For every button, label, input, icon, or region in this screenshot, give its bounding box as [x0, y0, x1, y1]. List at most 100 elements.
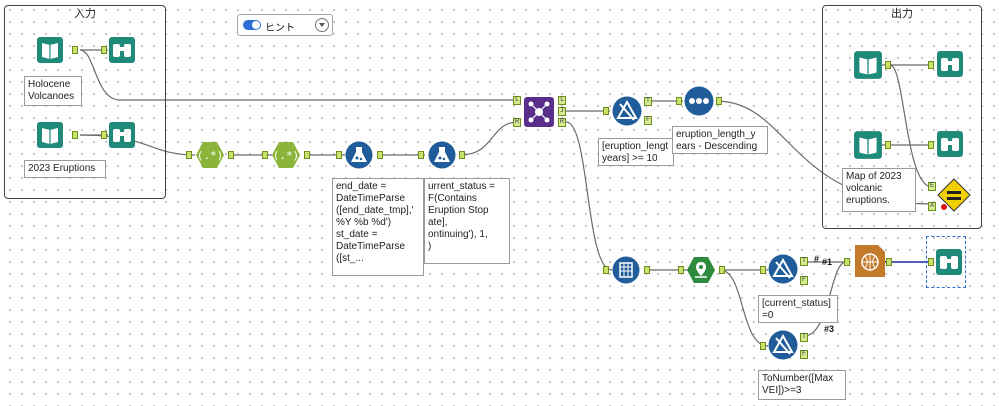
output-data-tool-1[interactable] [853, 50, 883, 80]
sort-tool[interactable] [684, 86, 714, 116]
input-anchor[interactable] [928, 258, 934, 266]
book-icon [37, 37, 63, 63]
hint-toggle-panel[interactable]: ヒント [237, 14, 333, 36]
grid-table-icon [612, 256, 640, 284]
join-joined-output-anchor[interactable]: J [558, 107, 566, 116]
join-icon [524, 97, 554, 127]
filter-true-anchor[interactable]: T [800, 257, 808, 266]
filter-false-anchor[interactable]: F [644, 116, 652, 125]
input-anchor[interactable] [678, 266, 684, 274]
output-container-title: 出力 [891, 8, 913, 20]
regex-tool-1[interactable]: (.*) [196, 141, 224, 169]
svg-text:(.*): (.*) [273, 149, 300, 162]
join-tool[interactable] [523, 96, 555, 128]
book-icon [37, 122, 63, 148]
output-anchor[interactable] [459, 151, 465, 159]
formula-tool-2[interactable] [428, 141, 456, 169]
spatial-tool[interactable] [687, 256, 715, 284]
note-holocene-volcanoes: Holocene Volcanoes [24, 76, 82, 106]
connection-label-hash: # [814, 254, 820, 264]
hint-dropdown-button[interactable] [315, 18, 329, 32]
input-anchor[interactable] [603, 266, 609, 274]
filter-tool-3[interactable] [768, 330, 798, 360]
output-anchor[interactable] [885, 61, 891, 69]
binoculars-icon [936, 249, 962, 275]
input-anchor[interactable] [101, 131, 107, 139]
create-points-tool[interactable] [612, 256, 640, 284]
render-tool[interactable] [854, 244, 886, 278]
input-anchor[interactable] [186, 151, 192, 159]
join-right-input-anchor[interactable]: R [513, 118, 521, 127]
filter-true-anchor[interactable]: T [800, 333, 808, 342]
regex-icon: (.*) [196, 142, 224, 168]
input-anchor[interactable] [760, 266, 766, 274]
browse-tool-out-1[interactable] [936, 50, 964, 78]
input-container-title: 入力 [74, 8, 96, 20]
browse-tool-map[interactable] [935, 248, 963, 276]
hint-label: ヒント [265, 23, 295, 34]
browse-tool-out-2[interactable] [936, 130, 964, 158]
note-filter-3: ToNumber([Max VEI])>=3 [758, 370, 846, 400]
input-anchor[interactable] [844, 258, 850, 266]
join-left-output-anchor[interactable]: L [558, 96, 566, 105]
connection-label-3: #3 [824, 324, 835, 334]
output-anchor[interactable] [304, 151, 310, 159]
formula-tool-1[interactable] [345, 141, 373, 169]
input-data-tool-2023[interactable] [36, 121, 64, 149]
error-icon [940, 203, 948, 211]
filter-tool-2[interactable] [768, 254, 798, 284]
output-anchor[interactable] [72, 46, 78, 54]
join-right-output-anchor[interactable]: R [558, 118, 566, 127]
input-anchor[interactable] [676, 97, 682, 105]
filter-icon [768, 254, 798, 284]
test-actual-anchor[interactable]: A [928, 202, 936, 211]
input-anchor[interactable] [418, 151, 424, 159]
filter-tool-1[interactable] [612, 96, 642, 126]
output-anchor[interactable] [644, 266, 650, 274]
input-anchor[interactable] [603, 107, 609, 115]
regex-tool-2[interactable]: (.*) [272, 141, 300, 169]
input-anchor[interactable] [262, 151, 268, 159]
binoculars-icon [109, 122, 135, 148]
flask-icon [428, 141, 456, 169]
connection-label-1: #1 [822, 257, 833, 267]
svg-text:(.*): (.*) [197, 149, 224, 162]
output-data-tool-2[interactable] [853, 130, 883, 160]
hint-toggle-switch[interactable] [243, 20, 261, 30]
output-anchor[interactable] [377, 151, 383, 159]
binoculars-icon [937, 131, 963, 157]
binoculars-icon [937, 51, 963, 77]
note-formula-1: end_date = DateTimeParse ([end_date_tmp]… [332, 178, 424, 276]
browse-tool-2[interactable] [108, 121, 136, 149]
note-map-output: Map of 2023 volcanic eruptions. [842, 168, 916, 212]
output-anchor[interactable] [716, 97, 722, 105]
filter-icon [768, 330, 798, 360]
input-anchor[interactable] [928, 61, 934, 69]
test-expected-anchor[interactable]: E [928, 182, 936, 191]
filter-false-anchor[interactable]: F [800, 350, 808, 359]
input-anchor[interactable] [101, 46, 107, 54]
filter-icon [612, 96, 642, 126]
filter-true-anchor[interactable]: T [644, 97, 652, 106]
flask-icon [345, 141, 373, 169]
book-icon [854, 51, 882, 79]
input-anchor[interactable] [760, 342, 766, 350]
filter-false-anchor[interactable]: F [800, 276, 808, 285]
sort-icon [684, 86, 714, 116]
input-anchor[interactable] [928, 141, 934, 149]
book-icon [854, 131, 882, 159]
note-filter-2: [current_status] =0 [758, 295, 838, 323]
output-anchor[interactable] [228, 151, 234, 159]
input-anchor[interactable] [336, 151, 342, 159]
note-formula-2: urrent_status = F(Contains Eruption Stop… [424, 178, 510, 264]
output-anchor[interactable] [72, 131, 78, 139]
globe-icon [855, 245, 885, 277]
note-sort: eruption_length_y ears - Descending [672, 126, 768, 154]
join-left-input-anchor[interactable]: L [513, 96, 521, 105]
browse-tool-1[interactable] [108, 36, 136, 64]
regex-icon: (.*) [272, 142, 300, 168]
output-anchor[interactable] [886, 258, 892, 266]
output-anchor[interactable] [885, 141, 891, 149]
input-data-tool-holocene[interactable] [36, 36, 64, 64]
output-anchor[interactable] [719, 266, 725, 274]
